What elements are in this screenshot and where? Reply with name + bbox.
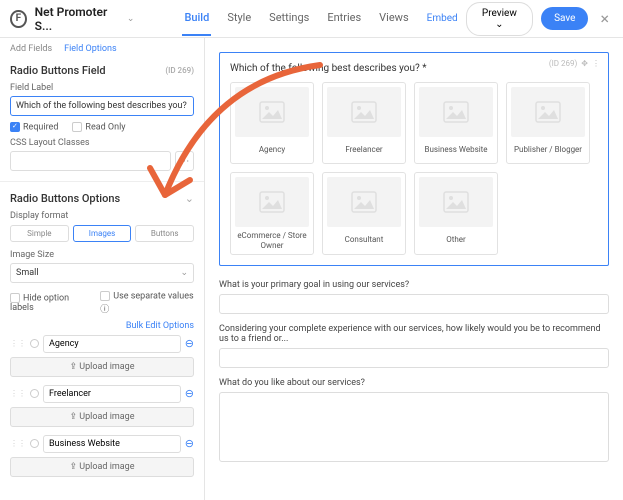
card-label: Business Website [419, 141, 493, 159]
drag-icon[interactable]: ⋮⋮ [10, 389, 26, 398]
question-text: Which of the following best describes yo… [230, 63, 598, 74]
field-id-badge: (ID 269) [549, 59, 577, 68]
field-id-badge: (ID 269) [165, 66, 194, 75]
drag-icon[interactable]: ⋮⋮ [10, 339, 26, 348]
option-row: ⋮⋮ ⊖ ⇪ Upload image [10, 335, 194, 377]
option-row: ⋮⋮ ⊖ ⇪ Upload image [10, 385, 194, 427]
selected-field-block[interactable]: (ID 269) ✥ ⋮ Which of the following best… [219, 52, 609, 266]
field-heading: Radio Buttons Field [10, 64, 106, 77]
image-placeholder-icon [327, 87, 401, 137]
field-label-input[interactable] [10, 96, 194, 116]
image-option-card[interactable]: Agency [230, 82, 314, 164]
hide-labels-checkbox[interactable]: Hide option labels [10, 293, 86, 313]
remove-option-icon[interactable]: ⊖ [185, 337, 194, 350]
seg-images[interactable]: Images [73, 225, 132, 242]
tab-views[interactable]: Views [377, 1, 410, 36]
card-label: Agency [235, 141, 309, 159]
textarea-input[interactable] [219, 392, 609, 462]
subtab-add-fields[interactable]: Add Fields [10, 44, 52, 54]
tab-entries[interactable]: Entries [325, 1, 363, 36]
move-icon[interactable]: ✥ [581, 59, 588, 68]
card-label: Freelancer [327, 141, 401, 159]
option-row: ⋮⋮ ⊖ ⇪ Upload image [10, 435, 194, 477]
image-size-select[interactable]: Small⌄ [10, 263, 194, 283]
radio-icon[interactable] [30, 439, 39, 448]
image-option-card[interactable]: Other [414, 172, 498, 255]
upload-image-button[interactable]: ⇪ Upload image [10, 357, 194, 377]
image-option-card[interactable]: eCommerce / Store Owner [230, 172, 314, 255]
chevron-down-icon[interactable]: ⌄ [127, 14, 135, 24]
card-label: eCommerce / Store Owner [235, 231, 309, 250]
image-placeholder-icon [327, 177, 401, 227]
seg-buttons[interactable]: Buttons [135, 225, 194, 242]
text-input[interactable] [219, 294, 609, 314]
option-input[interactable] [43, 435, 181, 453]
tab-style[interactable]: Style [225, 1, 253, 36]
radio-icon[interactable] [30, 389, 39, 398]
close-icon[interactable]: × [596, 9, 613, 28]
upload-image-button[interactable]: ⇪ Upload image [10, 457, 194, 477]
option-input[interactable] [43, 385, 181, 403]
drag-icon[interactable]: ⋮⋮ [10, 439, 26, 448]
image-option-card[interactable]: Business Website [414, 82, 498, 164]
image-placeholder-icon [235, 87, 309, 137]
image-placeholder-icon [235, 177, 309, 227]
image-option-card[interactable]: Publisher / Blogger [506, 82, 590, 164]
image-placeholder-icon [511, 87, 585, 137]
option-input[interactable] [43, 335, 181, 353]
css-classes-lbl: CSS Layout Classes [10, 138, 194, 148]
css-more-button[interactable]: ⋯ [175, 151, 194, 171]
remove-option-icon[interactable]: ⊖ [185, 437, 194, 450]
card-label: Other [419, 231, 493, 249]
question-text: Considering your complete experience wit… [219, 324, 609, 344]
question-text: What do you like about our services? [219, 378, 609, 388]
seg-simple[interactable]: Simple [10, 225, 69, 242]
form-title[interactable]: Net Promoter S... [35, 5, 119, 33]
css-classes-input[interactable] [10, 151, 171, 171]
image-option-card[interactable]: Freelancer [322, 82, 406, 164]
text-input[interactable] [219, 348, 609, 368]
remove-option-icon[interactable]: ⊖ [185, 387, 194, 400]
card-label: Publisher / Blogger [511, 141, 585, 159]
collapse-icon[interactable]: ⌄ [185, 192, 194, 205]
tab-settings[interactable]: Settings [267, 1, 311, 36]
image-placeholder-icon [419, 177, 493, 227]
required-checkbox[interactable]: Required [10, 122, 58, 132]
card-label: Consultant [327, 231, 401, 249]
image-size-lbl: Image Size [10, 250, 194, 260]
image-option-card[interactable]: Consultant [322, 172, 406, 255]
embed-link[interactable]: Embed [427, 13, 458, 24]
radio-icon[interactable] [30, 339, 39, 348]
subtab-field-options[interactable]: Field Options [64, 44, 117, 54]
field-label-lbl: Field Label [10, 83, 194, 93]
display-format-lbl: Display format [10, 211, 194, 221]
separate-values-checkbox[interactable]: Use separate values ⓘ [100, 291, 194, 314]
readonly-checkbox[interactable]: Read Only [72, 122, 125, 132]
options-heading: Radio Buttons Options [10, 192, 120, 205]
app-logo: F [10, 10, 27, 28]
question-text: What is your primary goal in using our s… [219, 280, 609, 290]
save-button[interactable]: Save [541, 7, 588, 30]
image-placeholder-icon [419, 87, 493, 137]
tab-build[interactable]: Build [182, 1, 211, 36]
upload-image-button[interactable]: ⇪ Upload image [10, 407, 194, 427]
bulk-edit-link[interactable]: Bulk Edit Options [10, 321, 194, 331]
preview-button[interactable]: Preview ⌄ [466, 2, 533, 36]
more-icon[interactable]: ⋮ [592, 59, 600, 68]
